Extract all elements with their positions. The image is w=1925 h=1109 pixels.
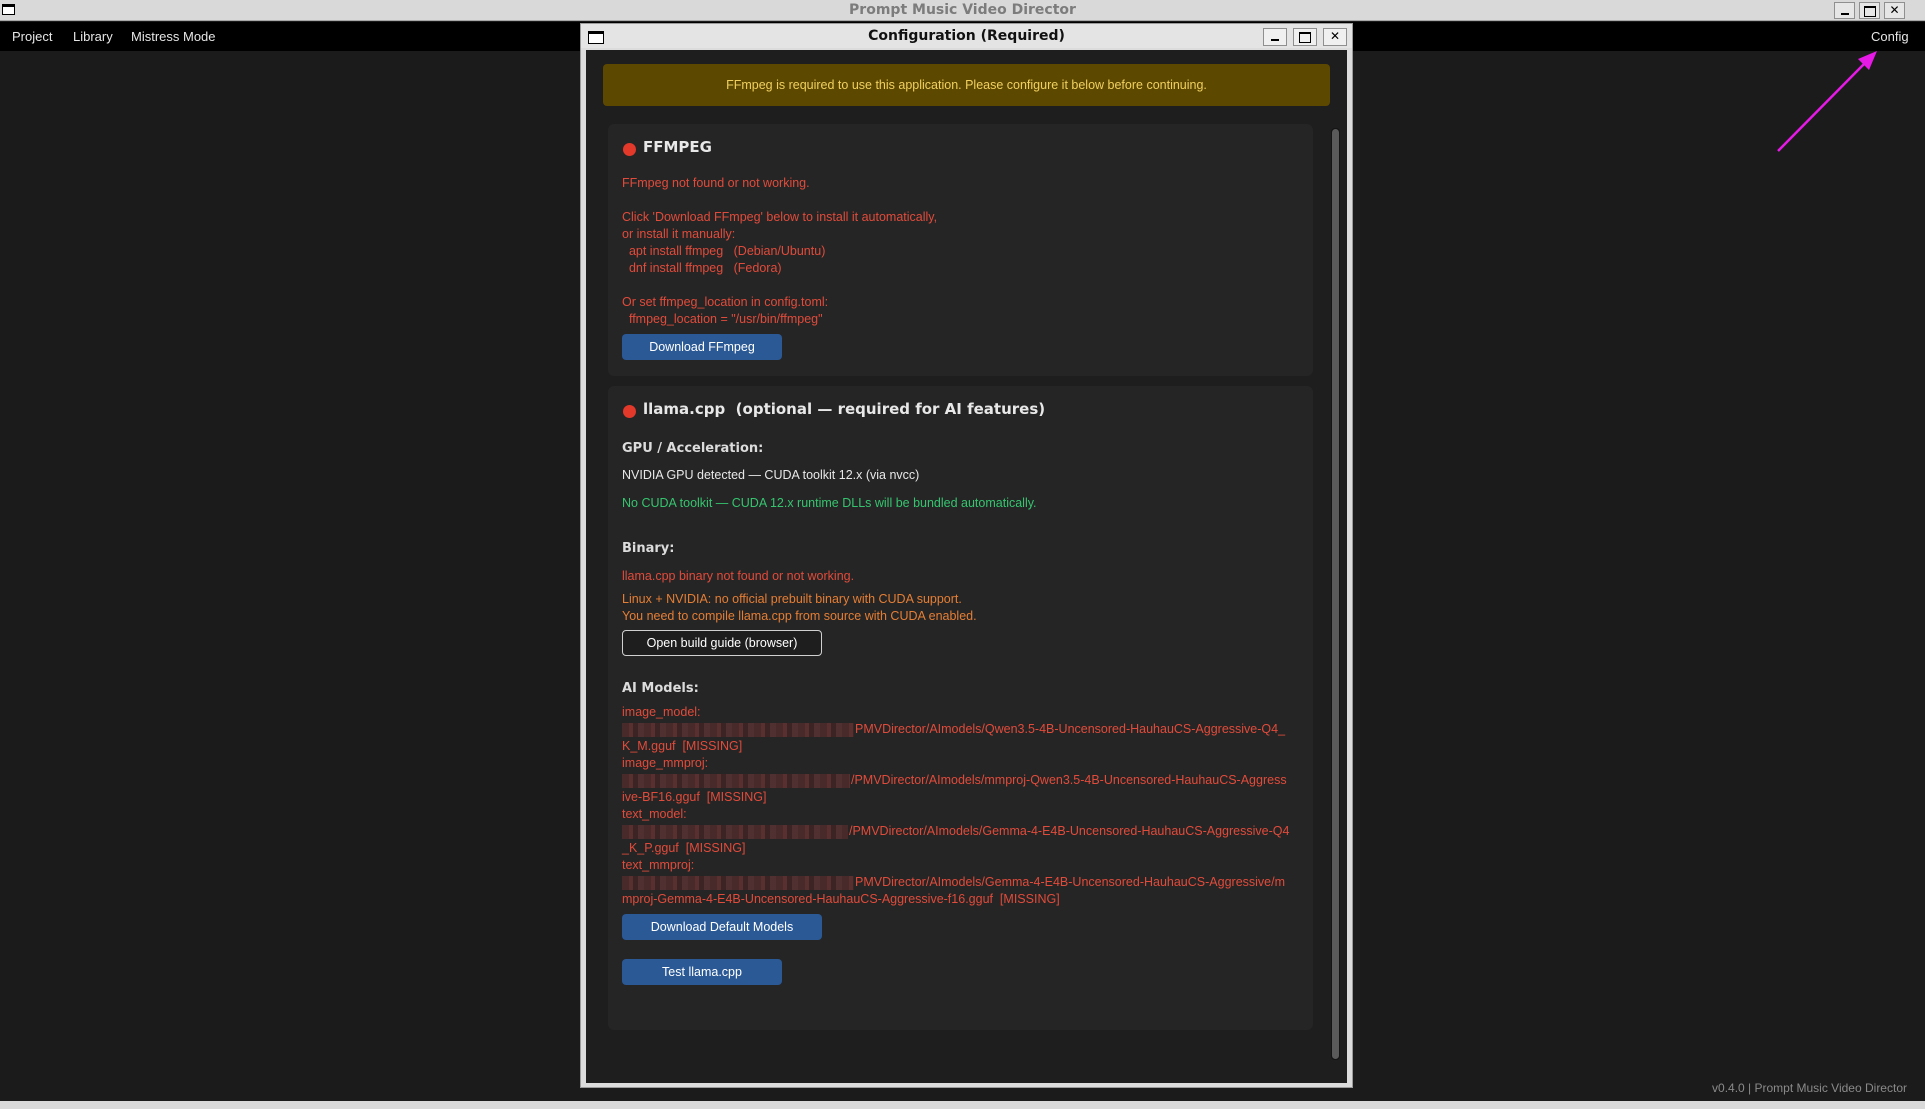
ffmpeg-help-line: ffmpeg_location = "/usr/bin/ffmpeg" bbox=[622, 312, 823, 326]
main-window-titlebar[interactable]: Prompt Music Video Director ✕ bbox=[0, 0, 1925, 21]
model-path: mproj-Gemma-4-E4B-Uncensored-HauhauCS-Ag… bbox=[622, 892, 1060, 906]
model-path: /PMVDirector/AImodels/mmproj-Qwen3.5-4B-… bbox=[851, 773, 1287, 787]
redacted-path bbox=[622, 774, 850, 788]
binary-note-2: You need to compile llama.cpp from sourc… bbox=[622, 609, 977, 623]
gpu-detected-text: NVIDIA GPU detected — CUDA toolkit 12.x … bbox=[622, 468, 920, 482]
ffmpeg-title: FFMPEG bbox=[643, 138, 712, 156]
ffmpeg-required-banner: FFmpeg is required to use this applicati… bbox=[603, 64, 1330, 106]
bottom-border bbox=[0, 1101, 1925, 1109]
dialog-controls: ✕ bbox=[1263, 28, 1347, 46]
menu-config[interactable]: Config bbox=[1871, 29, 1909, 44]
gpu-heading: GPU / Acceleration: bbox=[622, 441, 764, 456]
main-window-controls: ✕ bbox=[1834, 2, 1905, 19]
binary-status: llama.cpp binary not found or not workin… bbox=[622, 569, 855, 583]
test-llama-button[interactable]: Test llama.cpp bbox=[622, 959, 782, 985]
ffmpeg-help-line: dnf install ffmpeg (Fedora) bbox=[622, 261, 782, 275]
binary-note-1: Linux + NVIDIA: no official prebuilt bin… bbox=[622, 592, 962, 606]
open-build-guide-button[interactable]: Open build guide (browser) bbox=[622, 630, 822, 656]
binary-heading: Binary: bbox=[622, 541, 675, 556]
close-button[interactable]: ✕ bbox=[1884, 2, 1905, 19]
download-default-models-button[interactable]: Download Default Models bbox=[622, 914, 822, 940]
main-window-title: Prompt Music Video Director bbox=[849, 2, 1076, 18]
dialog-maximize-button[interactable] bbox=[1293, 28, 1317, 46]
model-path: _K_P.gguf [MISSING] bbox=[622, 841, 746, 855]
app-root: Prompt Music Video Director ✕ Project Li… bbox=[0, 0, 1925, 1109]
redacted-path bbox=[622, 723, 854, 737]
model-label: image_mmproj: bbox=[622, 756, 709, 770]
menu-library[interactable]: Library bbox=[73, 29, 113, 44]
model-path: /PMVDirector/AImodels/Gemma-4-E4B-Uncens… bbox=[849, 824, 1290, 838]
dialog-body: FFmpeg is required to use this applicati… bbox=[586, 50, 1347, 1083]
model-path: PMVDirector/AImodels/Qwen3.5-4B-Uncensor… bbox=[855, 722, 1286, 736]
model-path: PMVDirector/AImodels/Gemma-4-E4B-Uncenso… bbox=[855, 875, 1286, 889]
model-label: text_mmproj: bbox=[622, 858, 695, 872]
ffmpeg-status: FFmpeg not found or not working. bbox=[622, 176, 810, 190]
ai-models-heading: AI Models: bbox=[622, 681, 699, 696]
dialog-title: Configuration (Required) bbox=[868, 28, 1065, 44]
llama-status-dot bbox=[623, 405, 636, 418]
dialog-scrollbar[interactable] bbox=[1331, 128, 1340, 1060]
redacted-path bbox=[622, 876, 854, 890]
llama-title: llama.cpp (optional — required for AI fe… bbox=[643, 400, 1046, 418]
model-label: image_model: bbox=[622, 705, 701, 719]
ffmpeg-help-line: apt install ffmpeg (Debian/Ubuntu) bbox=[622, 244, 826, 258]
dialog-titlebar[interactable]: Configuration (Required) ✕ bbox=[581, 24, 1352, 48]
minimize-button[interactable] bbox=[1834, 2, 1855, 19]
maximize-button[interactable] bbox=[1859, 2, 1880, 19]
redacted-path bbox=[622, 825, 848, 839]
ffmpeg-panel: FFMPEG FFmpeg not found or not working. … bbox=[608, 124, 1313, 376]
model-path: ive-BF16.gguf [MISSING] bbox=[622, 790, 767, 804]
menu-project[interactable]: Project bbox=[12, 29, 52, 44]
configuration-dialog: Configuration (Required) ✕ FFmpeg is req… bbox=[580, 23, 1353, 1088]
gpu-note-text: No CUDA toolkit — CUDA 12.x runtime DLLs… bbox=[622, 496, 1037, 510]
model-label: text_model: bbox=[622, 807, 687, 821]
download-ffmpeg-button[interactable]: Download FFmpeg bbox=[622, 334, 782, 360]
dialog-close-button[interactable]: ✕ bbox=[1323, 28, 1347, 46]
dialog-scrollbar-thumb[interactable] bbox=[1332, 129, 1339, 1059]
ffmpeg-status-dot bbox=[623, 143, 636, 156]
llama-panel: llama.cpp (optional — required for AI fe… bbox=[608, 386, 1313, 1030]
ffmpeg-help-line: Or set ffmpeg_location in config.toml: bbox=[622, 295, 829, 309]
menu-mistress-mode[interactable]: Mistress Mode bbox=[131, 29, 216, 44]
ffmpeg-help-line: Click 'Download FFmpeg' below to install… bbox=[622, 210, 938, 224]
model-path: K_M.gguf [MISSING] bbox=[622, 739, 743, 753]
version-footer: v0.4.0 | Prompt Music Video Director bbox=[1712, 1081, 1907, 1095]
dialog-minimize-button[interactable] bbox=[1263, 28, 1287, 46]
ffmpeg-help-line: or install it manually: bbox=[622, 227, 736, 241]
